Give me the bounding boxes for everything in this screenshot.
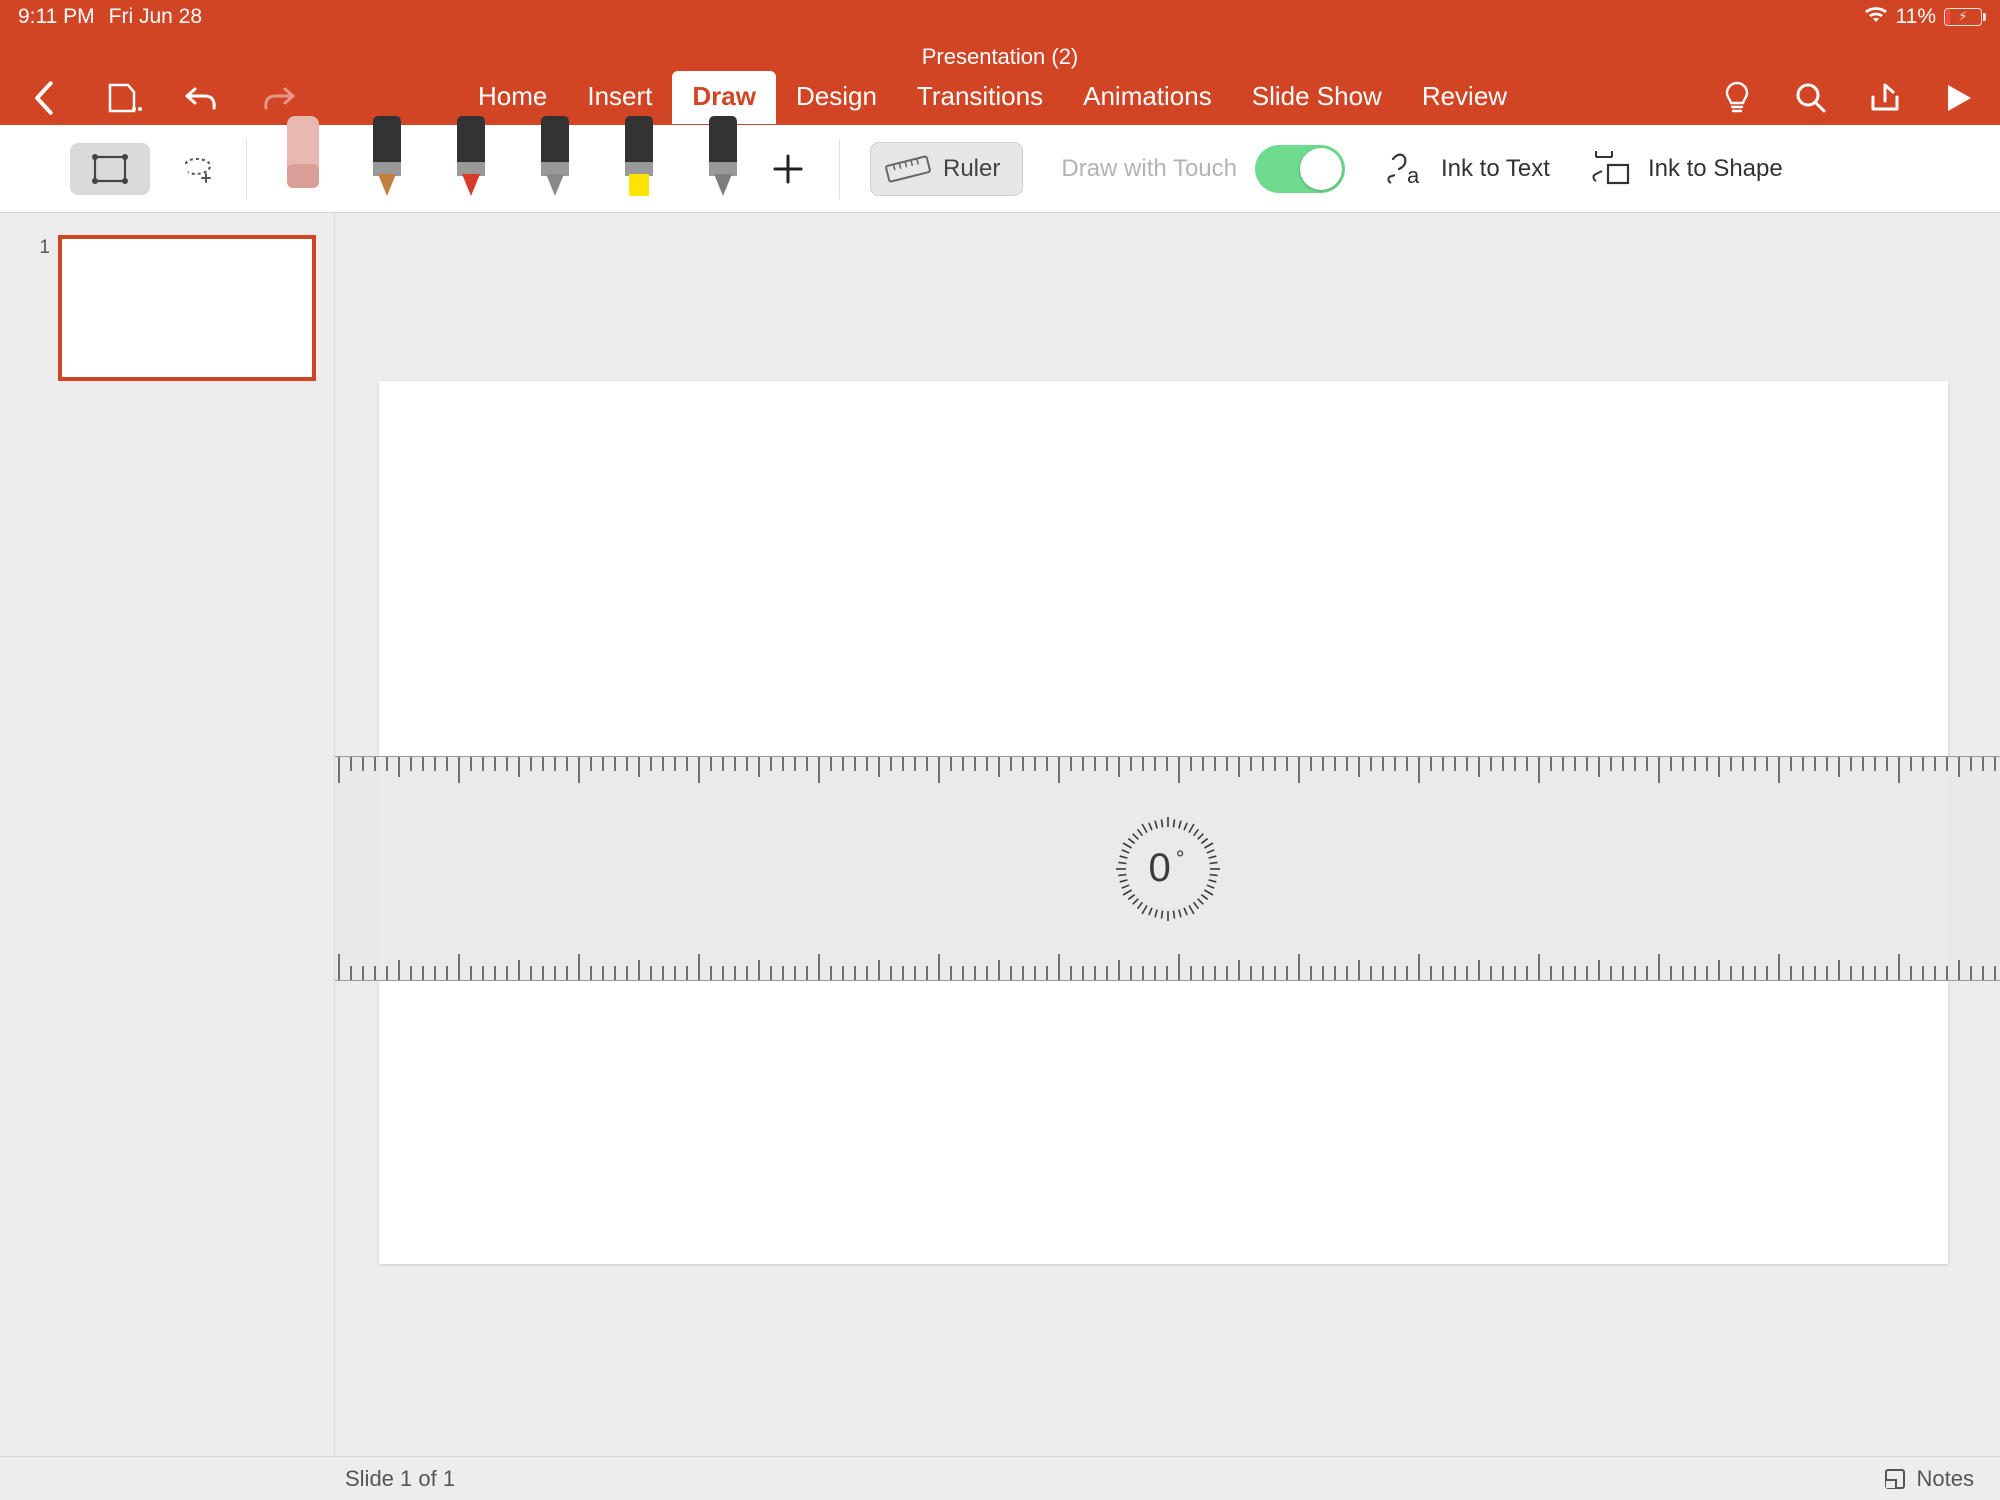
- search-icon[interactable]: [1792, 79, 1830, 117]
- ruler-icon: [885, 155, 931, 183]
- angle-dial-ticks: [1108, 809, 1228, 929]
- status-footer: Slide 1 of 1 Notes: [0, 1456, 2000, 1500]
- ink-to-text-button[interactable]: a Ink to Text: [1385, 149, 1550, 189]
- highlighter-yellow[interactable]: [613, 116, 665, 204]
- redo-button[interactable]: [260, 79, 298, 117]
- draw-toolbar: Ruler Draw with Touch a Ink to Text Ink …: [0, 125, 2000, 213]
- status-time: 9:11 PM: [18, 5, 95, 29]
- pen-gallery: [277, 116, 749, 204]
- ink-to-text-icon: a: [1385, 149, 1427, 189]
- draw-with-touch-toggle[interactable]: [1255, 145, 1345, 193]
- slide-thumbnail-1[interactable]: [58, 235, 316, 381]
- ink-to-shape-label: Ink to Shape: [1648, 155, 1783, 183]
- file-menu-button[interactable]: [104, 79, 142, 117]
- svg-text:a: a: [1407, 163, 1420, 188]
- share-icon[interactable]: [1866, 79, 1904, 117]
- status-bar: 9:11 PM Fri Jun 28 11% ⚡︎: [0, 0, 2000, 34]
- ink-to-text-label: Ink to Text: [1441, 155, 1550, 183]
- notes-button[interactable]: Notes: [1883, 1466, 1974, 1492]
- add-pen-button[interactable]: [767, 148, 809, 190]
- thumbnail-number: 1: [39, 237, 50, 259]
- pen-darkorange[interactable]: [361, 116, 413, 204]
- lasso-select-button[interactable]: [180, 151, 216, 187]
- slide-canvas-area[interactable]: 0°: [335, 213, 2000, 1456]
- ink-to-shape-button[interactable]: Ink to Shape: [1590, 149, 1783, 189]
- pen-gray[interactable]: [697, 116, 749, 204]
- divider: [246, 139, 247, 199]
- lightbulb-icon[interactable]: [1718, 79, 1756, 117]
- slide-thumbnail-panel[interactable]: 1: [0, 213, 335, 1456]
- tab-slide-show[interactable]: Slide Show: [1232, 71, 1402, 124]
- pen-red[interactable]: [445, 116, 497, 204]
- ruler-ticks-top: [335, 757, 2000, 787]
- status-date: Fri Jun 28: [109, 5, 202, 29]
- title-bar: Presentation (2) Home Insert Draw Design…: [0, 34, 2000, 125]
- back-button[interactable]: [26, 79, 64, 117]
- tab-animations[interactable]: Animations: [1063, 71, 1232, 124]
- tab-transitions[interactable]: Transitions: [897, 71, 1063, 124]
- undo-button[interactable]: [182, 79, 220, 117]
- tab-design[interactable]: Design: [776, 71, 897, 124]
- ruler-ticks-bottom: [335, 950, 2000, 980]
- tab-review[interactable]: Review: [1402, 71, 1527, 124]
- battery-icon: ⚡︎: [1944, 8, 1982, 26]
- select-objects-button[interactable]: [70, 143, 150, 195]
- eraser-tool[interactable]: [277, 116, 329, 204]
- divider: [839, 139, 840, 199]
- document-title[interactable]: Presentation (2): [922, 44, 1079, 70]
- slide-counter: Slide 1 of 1: [345, 1466, 455, 1492]
- wifi-icon: [1864, 5, 1888, 29]
- notes-icon: [1883, 1467, 1907, 1491]
- ruler-overlay[interactable]: 0°: [335, 756, 2000, 981]
- play-slideshow-icon[interactable]: [1940, 79, 1978, 117]
- draw-with-touch-label: Draw with Touch: [1061, 155, 1237, 183]
- ruler-label: Ruler: [943, 155, 1000, 183]
- ink-to-shape-icon: [1590, 149, 1634, 189]
- ruler-button[interactable]: Ruler: [870, 142, 1023, 196]
- pencil-gray[interactable]: [529, 116, 581, 204]
- ruler-angle-dial[interactable]: 0°: [1108, 809, 1228, 929]
- notes-label: Notes: [1917, 1466, 1974, 1492]
- battery-percent: 11%: [1896, 5, 1936, 29]
